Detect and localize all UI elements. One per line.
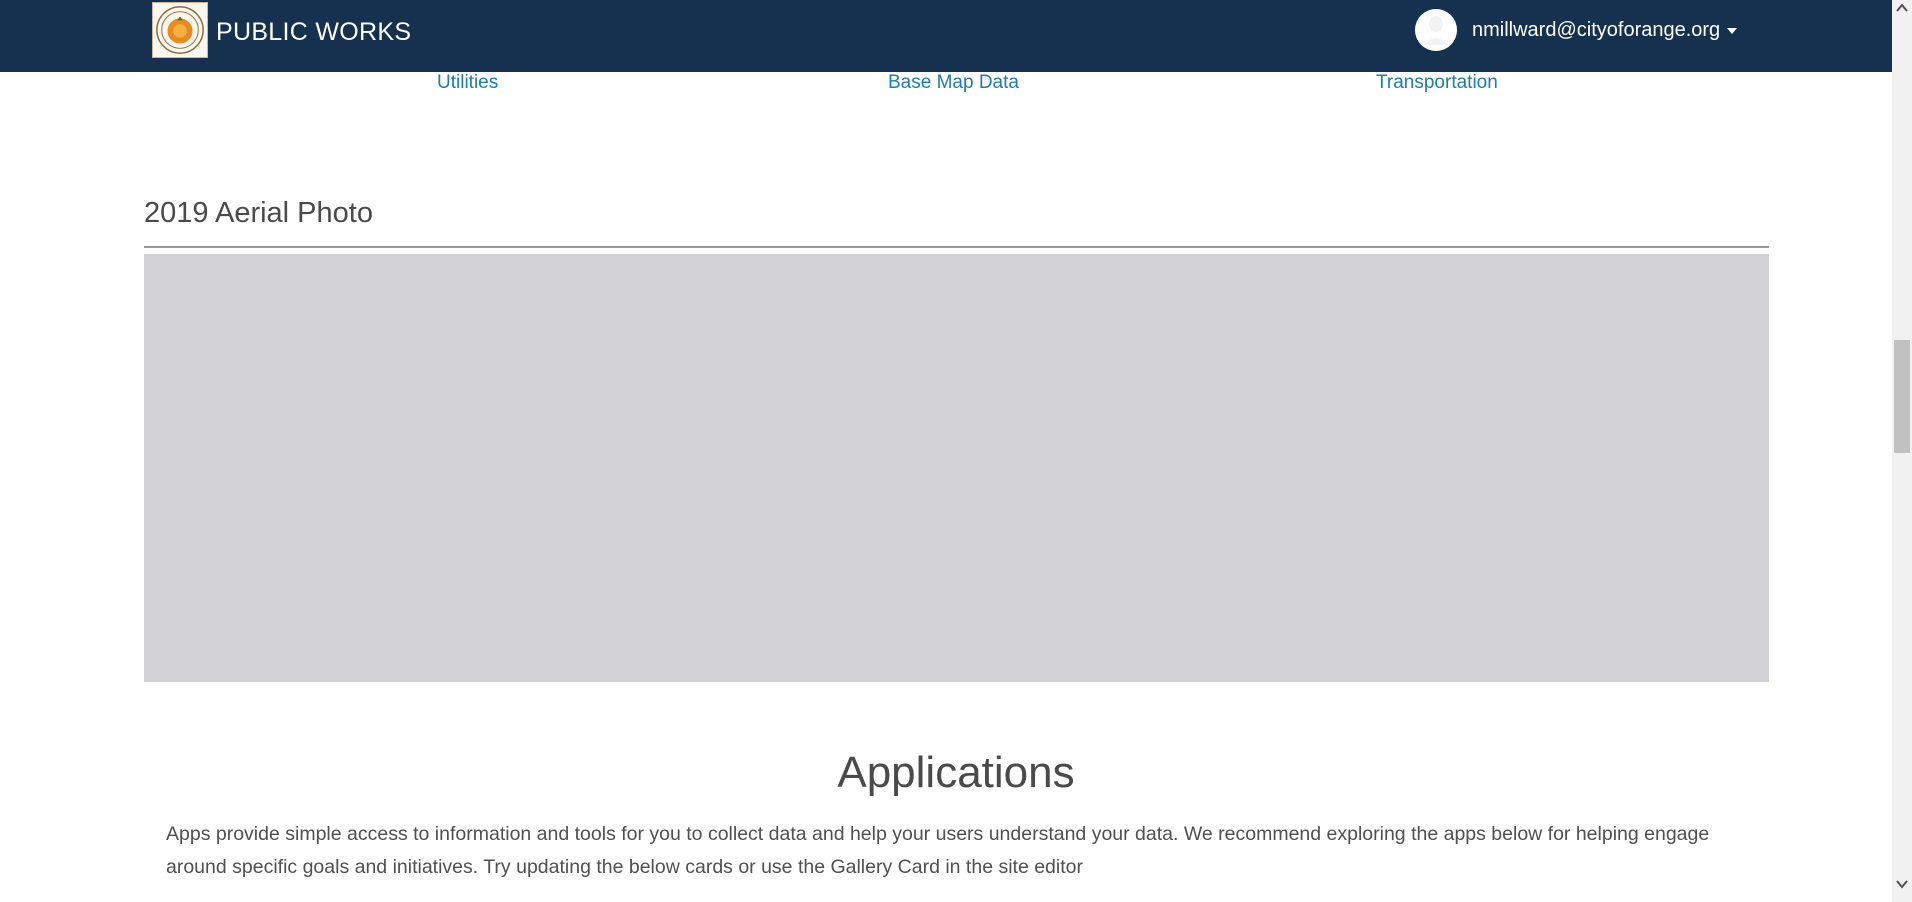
scroll-down-icon[interactable] bbox=[1896, 878, 1908, 890]
applications-heading: Applications bbox=[837, 748, 1075, 797]
category-link-utilities[interactable]: Utilities bbox=[437, 72, 498, 94]
page: PUBLIC WORKS nmillward@cityoforange.org … bbox=[0, 0, 1912, 902]
vertical-scrollbar[interactable] bbox=[1892, 0, 1912, 902]
category-link-transportation[interactable]: Transportation bbox=[1376, 72, 1498, 94]
category-link-base-map-data[interactable]: Base Map Data bbox=[888, 72, 1019, 94]
scroll-up-icon[interactable] bbox=[1896, 2, 1908, 14]
section-divider bbox=[144, 246, 1769, 248]
top-navigation-bar: PUBLIC WORKS nmillward@cityoforange.org bbox=[0, 0, 1892, 72]
user-menu[interactable]: nmillward@cityoforange.org bbox=[1415, 8, 1738, 52]
user-email[interactable]: nmillward@cityoforange.org bbox=[1472, 19, 1720, 42]
scrollbar-thumb[interactable] bbox=[1894, 340, 1910, 453]
user-avatar-icon[interactable] bbox=[1415, 9, 1457, 51]
aerial-map-embed[interactable] bbox=[144, 254, 1769, 682]
applications-description: Apps provide simple access to informatio… bbox=[166, 823, 1710, 878]
aerial-photo-heading: 2019 Aerial Photo bbox=[144, 197, 373, 229]
city-seal-icon[interactable] bbox=[152, 2, 208, 58]
site-title[interactable]: PUBLIC WORKS bbox=[216, 18, 411, 47]
caret-down-icon[interactable] bbox=[1727, 28, 1738, 34]
